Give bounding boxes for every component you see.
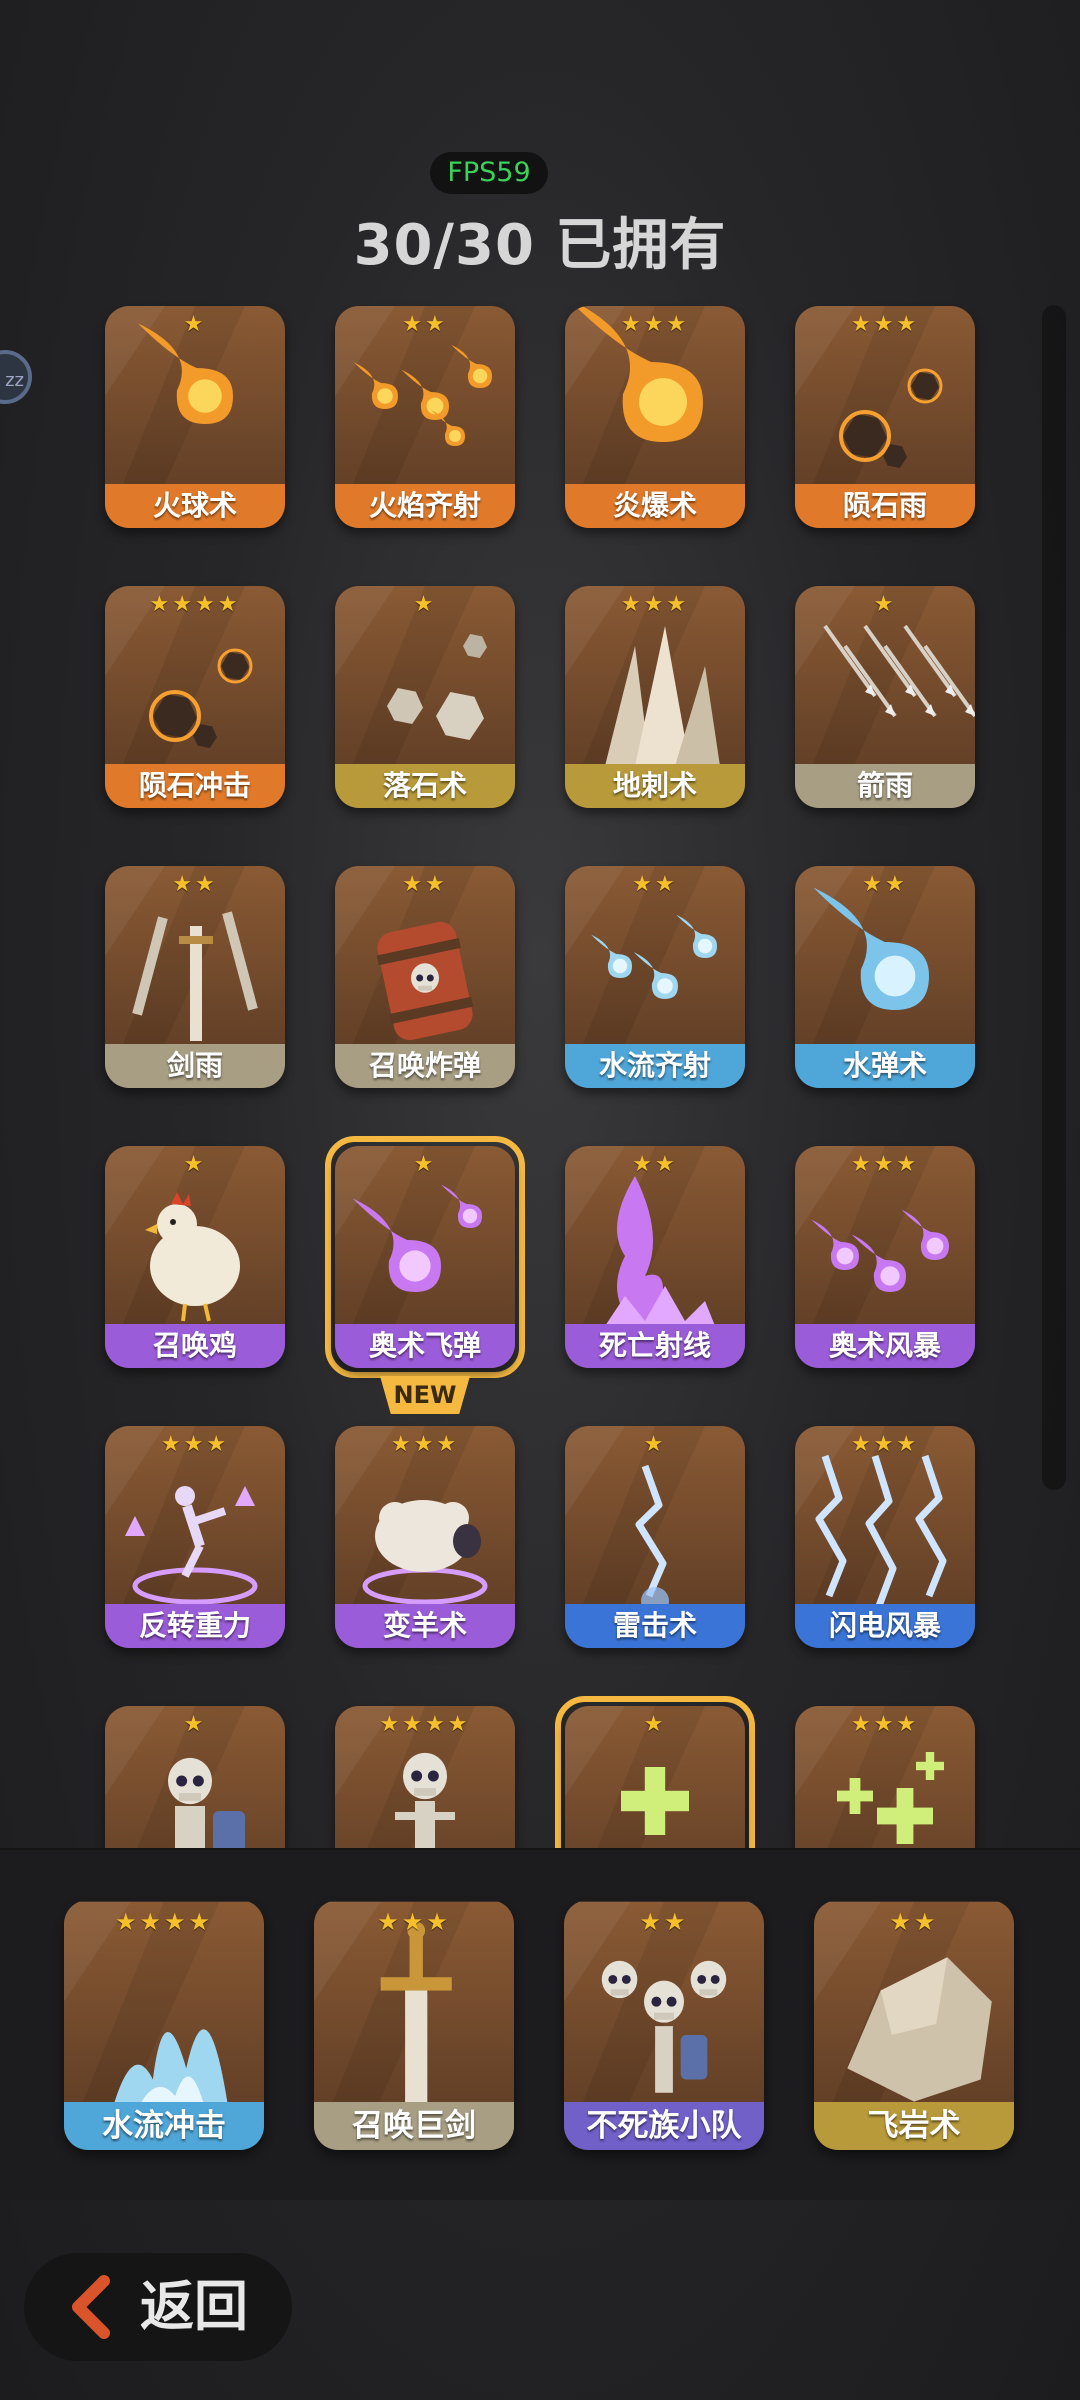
star-rating: ★ bbox=[873, 592, 897, 617]
star-rating: ★ bbox=[643, 1712, 667, 1737]
star-rating: ★ bbox=[183, 1712, 207, 1737]
spell-name: 反转重力 bbox=[105, 1604, 285, 1648]
spell-name: 落石术 bbox=[335, 764, 515, 808]
star-rating: ★ bbox=[183, 1152, 207, 1177]
star-rating: ★★★★ bbox=[149, 592, 241, 617]
back-arrow-icon bbox=[72, 2275, 110, 2339]
spell-card-arrow-rain[interactable]: ★ 箭雨 bbox=[795, 586, 975, 808]
collection-count-title: 30/30 已拥有 bbox=[353, 213, 727, 278]
spell-card-chicken[interactable]: ★ 召唤鸡 bbox=[105, 1146, 285, 1368]
spell-card-heal-crosses[interactable]: ★★★ bbox=[795, 1706, 975, 1848]
star-rating: ★ bbox=[413, 1152, 437, 1177]
spell-card-spikes[interactable]: ★★★ 地刺术 bbox=[565, 586, 745, 808]
spell-card-water-burst[interactable]: ★★★★ 水流冲击 bbox=[64, 1900, 264, 2150]
star-rating: ★★★ bbox=[850, 1152, 920, 1177]
star-rating: ★ bbox=[183, 312, 207, 337]
spell-name: 奥术飞弹 bbox=[335, 1324, 515, 1368]
back-label: 返回 bbox=[140, 2275, 248, 2338]
spell-card-skeleton[interactable]: ★★★★ bbox=[335, 1706, 515, 1848]
spell-card-arcane-missile[interactable]: ★ 奥术飞弹 bbox=[335, 1146, 515, 1368]
star-rating: ★★ bbox=[172, 872, 218, 897]
star-rating: ★ bbox=[413, 592, 437, 617]
spell-card-big-fireball[interactable]: ★★★ 炎爆术 bbox=[565, 306, 745, 528]
spell-card-death-ray[interactable]: ★★ 死亡射线 bbox=[565, 1146, 745, 1368]
star-rating: ★★ bbox=[632, 1152, 678, 1177]
star-rating: ★★★ bbox=[850, 1432, 920, 1457]
spell-name: 召唤炸弹 bbox=[335, 1044, 515, 1088]
spell-card-skeleton-squad[interactable]: ★★ 不死族小队 bbox=[564, 1900, 764, 2150]
spell-name: 不死族小队 bbox=[564, 2102, 764, 2150]
spell-name: 雷击术 bbox=[565, 1604, 745, 1648]
spell-card-sword-rain[interactable]: ★★ 剑雨 bbox=[105, 866, 285, 1088]
star-rating: ★★★ bbox=[850, 312, 920, 337]
spell-name: 陨石冲击 bbox=[105, 764, 285, 808]
spell-name: 闪电风暴 bbox=[795, 1604, 975, 1648]
spell-card-water-volley[interactable]: ★★ 水流齐射 bbox=[565, 866, 745, 1088]
star-rating: ★★★ bbox=[850, 1712, 920, 1737]
spell-card-bomb-barrel[interactable]: ★★ 召唤炸弹 bbox=[335, 866, 515, 1088]
star-rating: ★★ bbox=[639, 1908, 689, 1936]
back-button[interactable]: 返回 bbox=[24, 2253, 292, 2361]
spell-card-sheep[interactable]: ★★★ 变羊术 bbox=[335, 1426, 515, 1648]
star-rating: ★★★★ bbox=[379, 1712, 471, 1737]
featured-panel: ★★★★ 水流冲击 ★★★ 召唤巨剑 ★★ 不死族小队 ★★ 飞岩术 bbox=[0, 1848, 1080, 2200]
spell-name: 死亡射线 bbox=[565, 1324, 745, 1368]
spell-name: 召唤巨剑 bbox=[314, 2102, 514, 2150]
spell-name: 水流齐射 bbox=[565, 1044, 745, 1088]
new-badge: NEW bbox=[380, 1376, 470, 1414]
star-rating: ★★ bbox=[889, 1908, 939, 1936]
spell-card-lightning[interactable]: ★ 雷击术 bbox=[565, 1426, 745, 1648]
spell-name: 召唤鸡 bbox=[105, 1324, 285, 1368]
spell-card-water-ball[interactable]: ★★ 水弹术 bbox=[795, 866, 975, 1088]
star-rating: ★★★ bbox=[390, 1432, 460, 1457]
spell-card-fire-volley[interactable]: ★★ 火焰齐射 bbox=[335, 306, 515, 528]
spell-card-falling-rocks[interactable]: ★ 落石术 bbox=[335, 586, 515, 808]
spell-name: 水弹术 bbox=[795, 1044, 975, 1088]
spell-card-fireball[interactable]: ★ 火球术 bbox=[105, 306, 285, 528]
spell-card-heal-cross[interactable]: ★ bbox=[565, 1706, 745, 1848]
spell-name: 飞岩术 bbox=[814, 2102, 1014, 2150]
star-rating: ★★ bbox=[862, 872, 908, 897]
spell-card-gravity[interactable]: ★★★ 反转重力 bbox=[105, 1426, 285, 1648]
spell-card-lightning-storm[interactable]: ★★★ 闪电风暴 bbox=[795, 1426, 975, 1648]
star-rating: ★★★ bbox=[160, 1432, 230, 1457]
star-rating: ★ bbox=[643, 1432, 667, 1457]
star-rating: ★★★ bbox=[620, 312, 690, 337]
spell-name: 陨石雨 bbox=[795, 484, 975, 528]
spell-name: 变羊术 bbox=[335, 1604, 515, 1648]
spell-card-meteor-impact[interactable]: ★★★★ 陨石冲击 bbox=[105, 586, 285, 808]
spell-card-skeleton-shield[interactable]: ★ bbox=[105, 1706, 285, 1848]
spell-name: 剑雨 bbox=[105, 1044, 285, 1088]
spell-grid: ★ 火球术 ★★ 火焰齐射 ★★★ 炎爆术 ★★★ 陨石雨 ★★★★ 陨石冲击 ★ 落石术 bbox=[0, 300, 1080, 1848]
spell-name: 炎爆术 bbox=[565, 484, 745, 528]
spell-card-meteor-rain[interactable]: ★★★ 陨石雨 bbox=[795, 306, 975, 528]
star-rating: ★★★ bbox=[377, 1908, 451, 1936]
spell-name: 火球术 bbox=[105, 484, 285, 528]
fps-counter: FPS59 bbox=[430, 152, 548, 194]
star-rating: ★★ bbox=[402, 312, 448, 337]
spell-card-arcane-storm[interactable]: ★★★ 奥术风暴 bbox=[795, 1146, 975, 1368]
star-rating: ★★★★ bbox=[114, 1908, 214, 1936]
spell-name: 箭雨 bbox=[795, 764, 975, 808]
star-rating: ★★★ bbox=[620, 592, 690, 617]
spell-name: 奥术风暴 bbox=[795, 1324, 975, 1368]
star-rating: ★★ bbox=[402, 872, 448, 897]
spell-card-flying-rock[interactable]: ★★ 飞岩术 bbox=[814, 1900, 1014, 2150]
spell-name: 水流冲击 bbox=[64, 2102, 264, 2150]
spell-name: 地刺术 bbox=[565, 764, 745, 808]
spell-name: 火焰齐射 bbox=[335, 484, 515, 528]
spell-card-great-sword[interactable]: ★★★ 召唤巨剑 bbox=[314, 1900, 514, 2150]
star-rating: ★★ bbox=[632, 872, 678, 897]
